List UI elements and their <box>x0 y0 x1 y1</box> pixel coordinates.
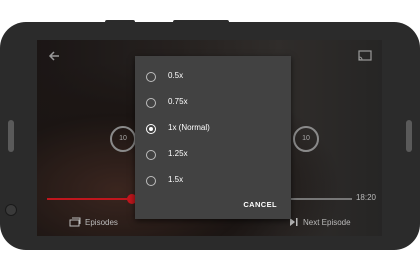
speed-option-1.25x[interactable]: 1.25x <box>135 144 291 170</box>
speaker-grille <box>406 120 412 152</box>
skip-forward-button[interactable]: 10 <box>293 126 319 152</box>
cancel-button[interactable]: CANCEL <box>243 200 277 209</box>
speed-option-0.5x[interactable]: 0.5x <box>135 66 291 92</box>
radio-button[interactable] <box>146 98 156 108</box>
episodes-label: Episodes <box>85 217 118 227</box>
speed-option-1.5x[interactable]: 1.5x <box>135 170 291 196</box>
episodes-icon <box>69 217 81 227</box>
front-camera <box>5 204 17 216</box>
radio-button-selected[interactable] <box>146 124 156 134</box>
skip-forward-label: 10 <box>302 135 310 142</box>
playback-speed-dialog: 0.5x 0.75x 1x (Normal) 1.25x 1.5x CANCEL <box>135 56 291 219</box>
speaker-grille <box>8 120 14 152</box>
progress-fill <box>47 198 133 200</box>
skip-back-label: 10 <box>119 135 127 142</box>
episodes-button[interactable]: Episodes <box>69 217 118 227</box>
cast-icon[interactable] <box>358 50 372 62</box>
radio-button[interactable] <box>146 176 156 186</box>
speed-option-0.75x[interactable]: 0.75x <box>135 92 291 118</box>
radio-button[interactable] <box>146 150 156 160</box>
skip-back-button[interactable]: 10 <box>110 126 136 152</box>
time-remaining: 18:20 <box>355 193 376 202</box>
back-arrow-icon[interactable] <box>47 49 61 63</box>
next-episode-button[interactable]: Next Episode <box>289 217 351 227</box>
speed-option-1x-normal[interactable]: 1x (Normal) <box>135 118 291 144</box>
next-episode-label: Next Episode <box>303 217 351 227</box>
radio-button[interactable] <box>146 72 156 82</box>
